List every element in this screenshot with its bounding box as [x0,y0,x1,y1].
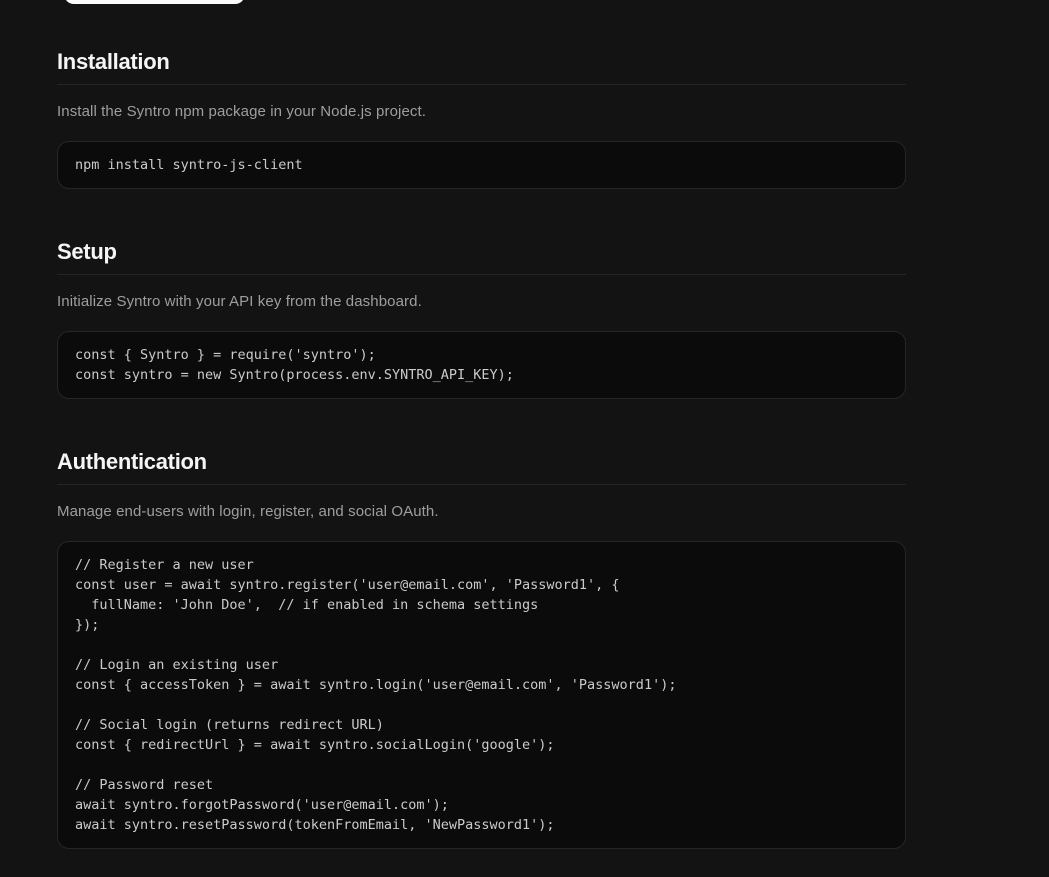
section-title: Installation [57,49,906,85]
content-column: Installation Install the Syntro npm pack… [57,0,906,849]
section-title: Setup [57,239,906,275]
section-title: Authentication [57,449,906,485]
code-text: // Register a new user const user = awai… [75,557,676,833]
top-partial-button[interactable] [64,0,245,4]
code-text: npm install syntro-js-client [75,157,303,173]
code-text: const { Syntro } = require('syntro'); co… [75,347,514,383]
section-description: Install the Syntro npm package in your N… [57,101,906,123]
section-authentication: Authentication Manage end-users with log… [57,449,906,849]
code-block-setup[interactable]: const { Syntro } = require('syntro'); co… [57,331,906,399]
code-block-authentication[interactable]: // Register a new user const user = awai… [57,541,906,849]
section-setup: Setup Initialize Syntro with your API ke… [57,239,906,399]
section-installation: Installation Install the Syntro npm pack… [57,49,906,189]
docs-page: Installation Install the Syntro npm pack… [0,0,1049,877]
code-block-install[interactable]: npm install syntro-js-client [57,141,906,189]
section-description: Initialize Syntro with your API key from… [57,291,906,313]
section-description: Manage end-users with login, register, a… [57,501,906,523]
